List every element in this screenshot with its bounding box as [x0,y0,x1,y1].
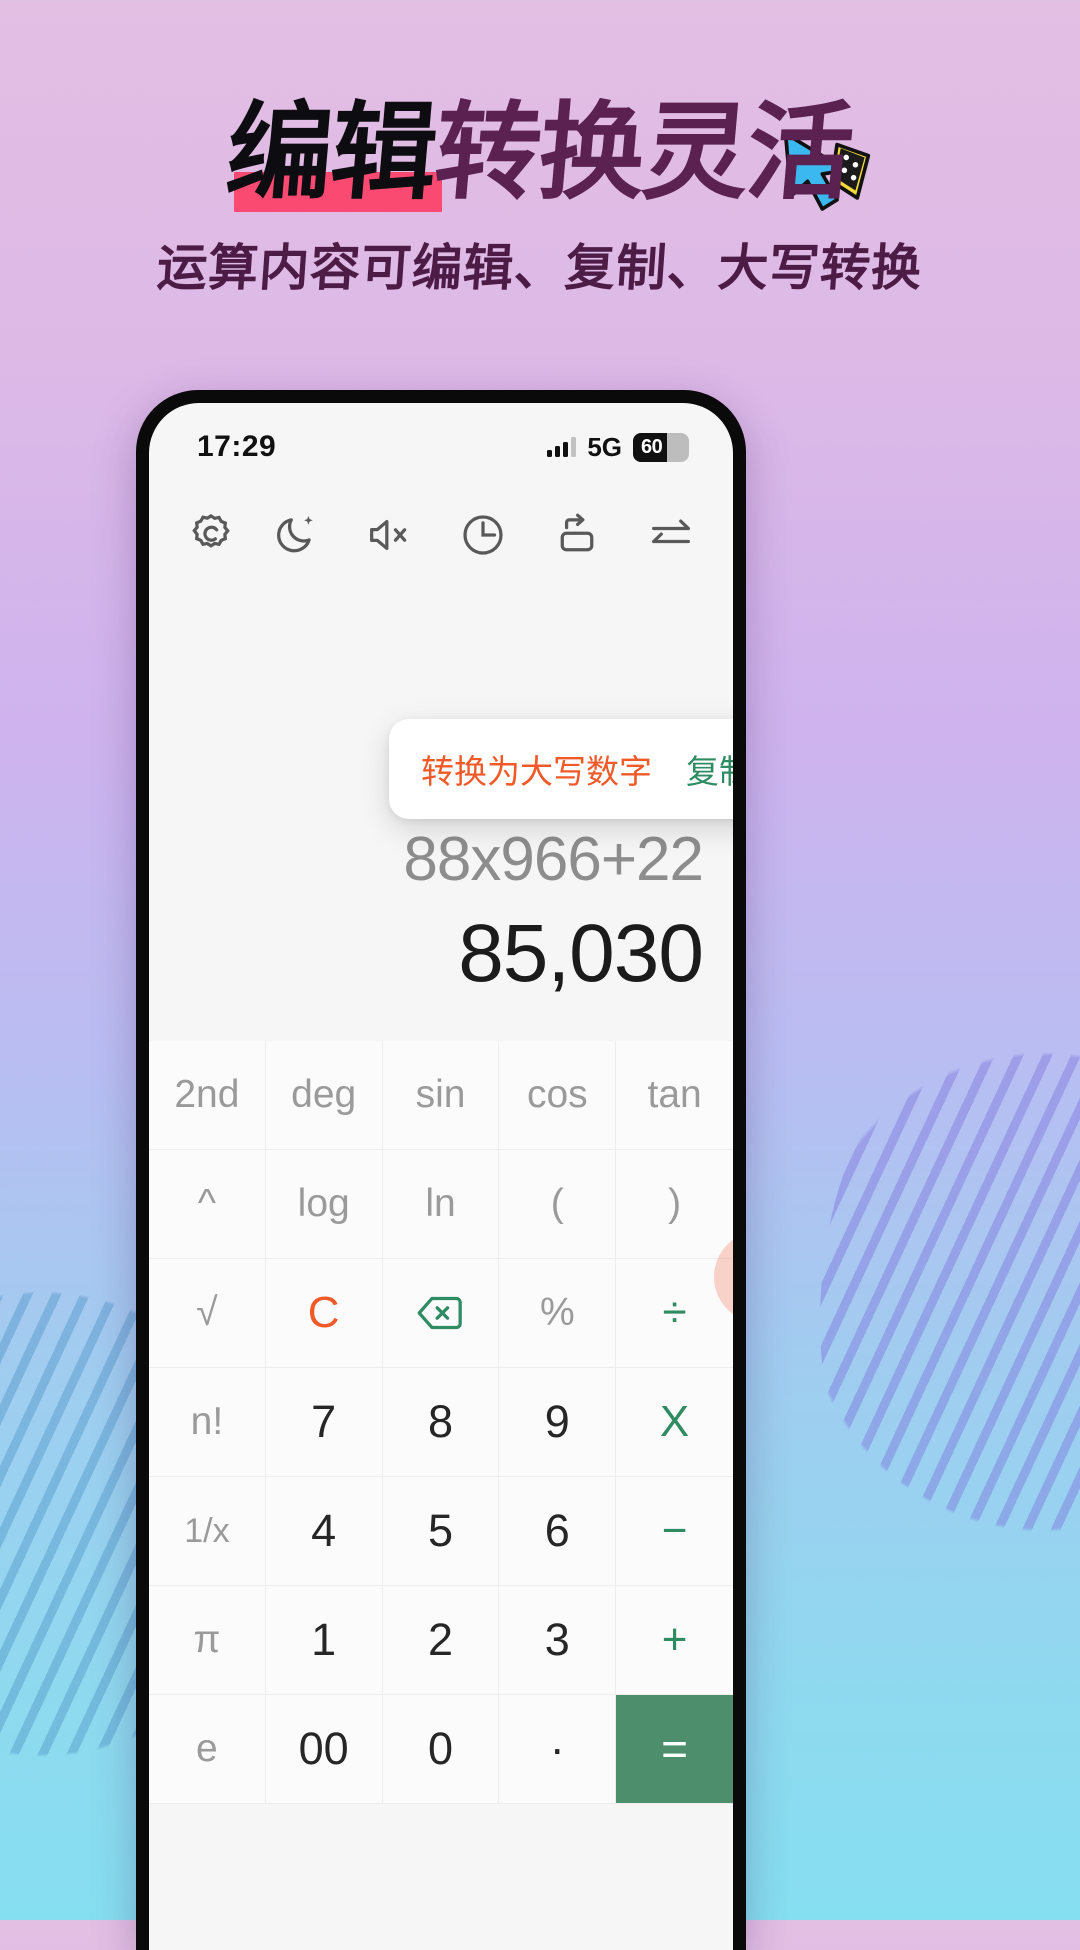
key-sin[interactable]: sin [382,1041,500,1150]
phone-mockup: 17:29 5G 60 转换为大写数字 复 88x966+22 85,030 2… [136,390,746,1950]
touch-finger-icon [714,1231,733,1361]
banner-headline: 编辑转换灵活 [0,66,1080,220]
calculator-display: 转换为大写数字 复制 88x966+22 85,030 [149,571,733,1323]
context-menu: 转换为大写数字 复制 [389,719,733,819]
banner-subheadline: 运算内容可编辑、复制、大写转换 [155,239,925,297]
key-deg[interactable]: deg [265,1041,383,1150]
key-percent[interactable]: % [499,1259,617,1368]
key-open-paren[interactable]: ( [499,1150,617,1259]
key-1[interactable]: 1 [265,1586,383,1695]
key-minus[interactable]: − [616,1477,733,1586]
key-decimal[interactable]: · [499,1695,617,1804]
key-multiply[interactable]: X [616,1368,733,1477]
clock-icon[interactable] [457,509,509,561]
key-clear[interactable]: C [265,1259,383,1368]
app-toolbar [149,477,733,571]
key-9[interactable]: 9 [499,1368,617,1477]
key-3[interactable]: 3 [499,1586,617,1695]
copy-button[interactable]: 复制 [686,745,733,793]
rotate-screen-icon[interactable] [551,509,603,561]
key-8[interactable]: 8 [382,1368,500,1477]
key-cos[interactable]: cos [499,1041,617,1150]
gear-icon[interactable] [185,509,237,561]
key-2[interactable]: 2 [382,1586,500,1695]
speaker-mute-icon[interactable] [363,509,415,561]
key-double-zero[interactable]: 00 [265,1695,383,1804]
headline-part-2: 转换灵活 [429,91,857,214]
phone-screen: 17:29 5G 60 转换为大写数字 复 88x966+22 85,030 2… [149,403,733,1950]
key-e[interactable]: e [149,1695,266,1804]
decorative-stripes-right [820,1040,1080,1600]
key-5[interactable]: 5 [382,1477,500,1586]
key-power[interactable]: ^ [149,1150,266,1259]
convert-to-uppercase-button[interactable]: 转换为大写数字 [421,745,652,793]
key-sqrt[interactable]: √ [149,1259,266,1368]
key-6[interactable]: 6 [499,1477,617,1586]
battery-icon: 60 [633,432,689,462]
backspace-icon [418,1296,463,1330]
key-tan[interactable]: tan [616,1041,733,1150]
battery-percent: 60 [641,435,663,458]
key-backspace[interactable] [382,1259,500,1368]
key-equals[interactable]: = [616,1695,733,1804]
signal-bars-icon [547,437,577,457]
calculator-keypad: 2nd deg sin cos tan ^ log ln ( ) √ C % ÷ [149,1041,733,1804]
moon-sparkle-icon[interactable] [269,509,321,561]
expression-text[interactable]: 88x966+22 [403,824,704,895]
key-2nd[interactable]: 2nd [149,1041,266,1150]
headline-part-1: 编辑 [221,91,441,214]
key-plus[interactable]: + [616,1586,733,1695]
status-bar: 17:29 5G 60 [149,403,733,477]
network-label: 5G [587,431,622,462]
key-factorial[interactable]: n! [149,1368,266,1477]
key-4[interactable]: 4 [265,1477,383,1586]
key-reciprocal[interactable]: 1/x [149,1477,266,1586]
key-pi[interactable]: π [149,1586,266,1695]
swap-arrows-icon[interactable] [645,509,697,561]
key-log[interactable]: log [265,1150,383,1259]
key-0[interactable]: 0 [382,1695,500,1804]
key-ln[interactable]: ln [382,1150,500,1259]
status-clock: 17:29 [197,430,277,463]
result-text[interactable]: 85,030 [458,907,704,1001]
key-7[interactable]: 7 [265,1368,383,1477]
